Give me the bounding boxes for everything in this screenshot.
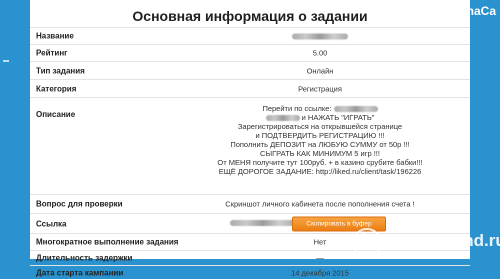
row-value: 14 декабря 2015 xyxy=(291,268,349,277)
redacted-link xyxy=(265,115,300,122)
row-description: Описание Перейти по ссылке: и НАЖАТЬ "ИГ… xyxy=(30,97,470,194)
panel-title: Основная информация о задании xyxy=(132,8,368,24)
description-line: ЕЩЁ ДОРОГОЕ ЗАДАНИЕ: http://liked.ru/cli… xyxy=(218,167,422,176)
description-line: Перейти по ссылке: xyxy=(180,104,460,113)
watermark-letter: I xyxy=(361,230,367,252)
description-line: и НАЖАТЬ "ИГРАТЬ" xyxy=(180,113,460,122)
irecommend-watermark: I Recommend.ru xyxy=(352,228,500,258)
row-label: Название xyxy=(36,31,74,41)
background-right xyxy=(470,0,500,259)
row-label: Категория xyxy=(36,84,77,93)
description-line: Пополнить ДЕПОЗИТ на ЛЮБУЮ СУММУ от 50р … xyxy=(230,140,410,149)
description-line: и ПОДТВЕРДИТЬ РЕГИСТРАЦИЮ !!! xyxy=(255,131,385,140)
row-label: Ссылка xyxy=(36,219,67,228)
description-line: СЫГРАТЬ КАК МИНИМУМ 5 игр !!! xyxy=(260,149,380,158)
decor-dash xyxy=(3,60,9,62)
row-value: Онлайн xyxy=(306,66,334,75)
row-rating: Рейтинг 5.00 xyxy=(30,44,470,61)
row-type: Тип задания Онлайн xyxy=(30,61,470,79)
row-label: Вопрос для проверки xyxy=(36,199,123,209)
watermark-text: Recommend.ru xyxy=(382,231,500,250)
description-text: Перейти по ссылке: и НАЖАТЬ "ИГРАТЬ" Зар… xyxy=(180,104,460,176)
task-info-panel: Основная информация о задании Название Р… xyxy=(30,0,470,277)
row-label: Многократное выполнение задания xyxy=(36,237,179,247)
row-check-question: Вопрос для проверки Скриншот личного каб… xyxy=(30,194,470,213)
row-value-hidden xyxy=(180,32,460,41)
row-category: Категория Регистрация xyxy=(30,79,470,97)
background-left xyxy=(0,0,30,259)
row-value: 5.00 xyxy=(312,48,328,58)
row-label: Дата старта кампании xyxy=(36,268,124,277)
row-value: Регистрация xyxy=(298,84,342,93)
description-line: Зарегистрироваться на открывшейся страни… xyxy=(237,122,403,131)
row-name: Название xyxy=(30,27,470,44)
description-line: От МЕНЯ получите тут 100руб. + в казино … xyxy=(217,158,423,167)
redacted-text xyxy=(292,33,348,40)
row-start-date: Дата старта кампании 14 декабря 2015 xyxy=(30,265,470,279)
row-label: Рейтинг xyxy=(36,48,68,58)
row-value: Скриншот личного кабинета после пополнен… xyxy=(225,199,415,209)
row-label: Длительность задержки xyxy=(36,253,133,263)
row-label: Описание xyxy=(36,110,76,119)
watermark-circle xyxy=(352,228,382,258)
redacted-link xyxy=(333,106,378,113)
row-label: Тип задания xyxy=(36,66,85,75)
redacted-link xyxy=(230,215,296,233)
